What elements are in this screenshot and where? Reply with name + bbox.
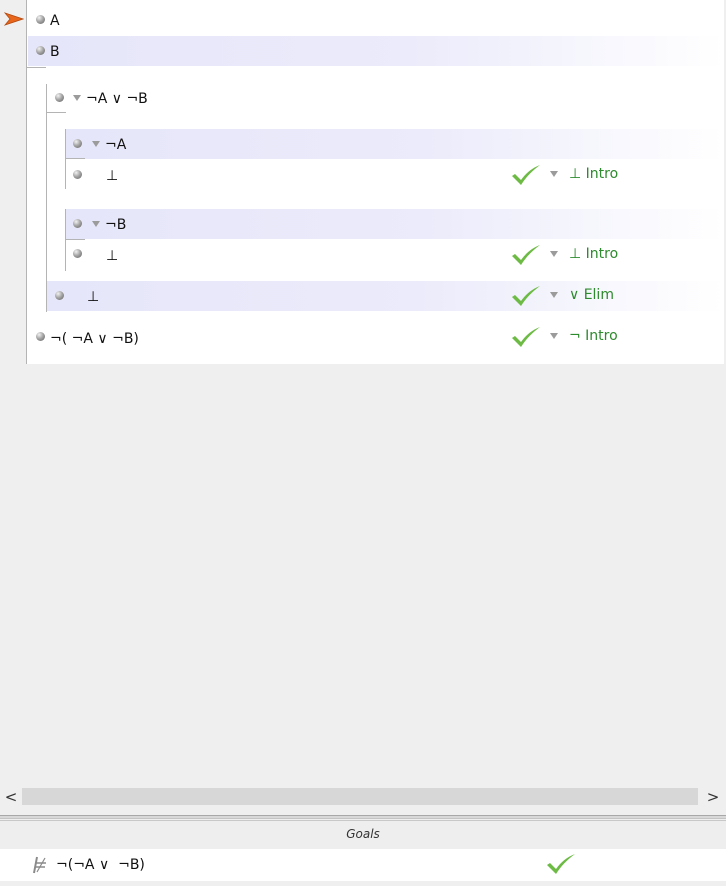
formula-bottom[interactable]: ⊥ <box>87 288 99 306</box>
goal-row[interactable]: ¬(¬A ∨ ¬B) <box>0 849 726 881</box>
checkmark-icon <box>512 245 540 265</box>
rule-label[interactable]: ∨ Elim <box>569 286 614 304</box>
rule-dropdown-icon[interactable] <box>550 171 558 177</box>
assumption-separator <box>46 112 66 113</box>
collapse-triangle-icon[interactable] <box>92 221 100 227</box>
pointer-arrow-icon <box>4 12 24 26</box>
row-highlight <box>66 209 724 239</box>
bullet-icon[interactable] <box>73 170 82 179</box>
row-highlight <box>47 281 724 311</box>
rule-label[interactable]: ¬ Intro <box>569 327 618 345</box>
row-highlight <box>66 129 724 159</box>
scope-line <box>65 209 66 271</box>
assumption-separator <box>65 239 85 240</box>
scope-line <box>65 129 66 189</box>
scroll-thumb[interactable] <box>22 788 698 805</box>
checkmark-icon <box>512 286 540 306</box>
bullet-icon[interactable] <box>55 291 64 300</box>
turnstile-icon <box>33 856 46 874</box>
premise-a[interactable]: A <box>50 12 60 30</box>
assumption-not-a[interactable]: ¬A <box>105 136 126 154</box>
checkmark-icon <box>547 854 575 874</box>
goal-formula: ¬(¬A ∨ ¬B) <box>56 857 145 873</box>
bullet-icon[interactable] <box>36 15 45 24</box>
premise-separator <box>26 67 46 68</box>
bullet-icon[interactable] <box>73 139 82 148</box>
bullet-icon[interactable] <box>73 219 82 228</box>
rule-dropdown-icon[interactable] <box>550 333 558 339</box>
rule-dropdown-icon[interactable] <box>550 292 558 298</box>
bullet-icon[interactable] <box>36 46 45 55</box>
assumption-not-b[interactable]: ¬B <box>105 216 126 234</box>
collapse-triangle-icon[interactable] <box>73 95 81 101</box>
horizontal-scrollbar[interactable]: < > <box>0 787 726 807</box>
assumption-disjunction[interactable]: ¬A ∨ ¬B <box>86 90 148 108</box>
bullet-icon[interactable] <box>73 249 82 258</box>
bullet-icon[interactable] <box>36 332 45 341</box>
premise-b[interactable]: B <box>50 43 60 61</box>
conclusion-formula[interactable]: ¬( ¬A ∨ ¬B) <box>50 330 139 348</box>
checkmark-icon <box>512 165 540 185</box>
collapse-triangle-icon[interactable] <box>92 141 100 147</box>
rule-label[interactable]: ⊥ Intro <box>569 165 618 183</box>
scroll-right-button[interactable]: > <box>705 787 721 807</box>
row-highlight <box>28 36 724 66</box>
goals-header: Goals <box>0 820 726 849</box>
rule-dropdown-icon[interactable] <box>550 251 558 257</box>
assumption-separator <box>65 158 85 159</box>
rule-label[interactable]: ⊥ Intro <box>569 245 618 263</box>
pane-splitter[interactable] <box>0 815 726 819</box>
scope-line <box>46 84 47 312</box>
bullet-icon[interactable] <box>55 93 64 102</box>
formula-bottom[interactable]: ⊥ <box>106 247 118 265</box>
checkmark-icon <box>512 327 540 347</box>
formula-bottom[interactable]: ⊥ <box>106 167 118 185</box>
scroll-left-button[interactable]: < <box>3 787 19 807</box>
scope-line <box>26 0 27 364</box>
